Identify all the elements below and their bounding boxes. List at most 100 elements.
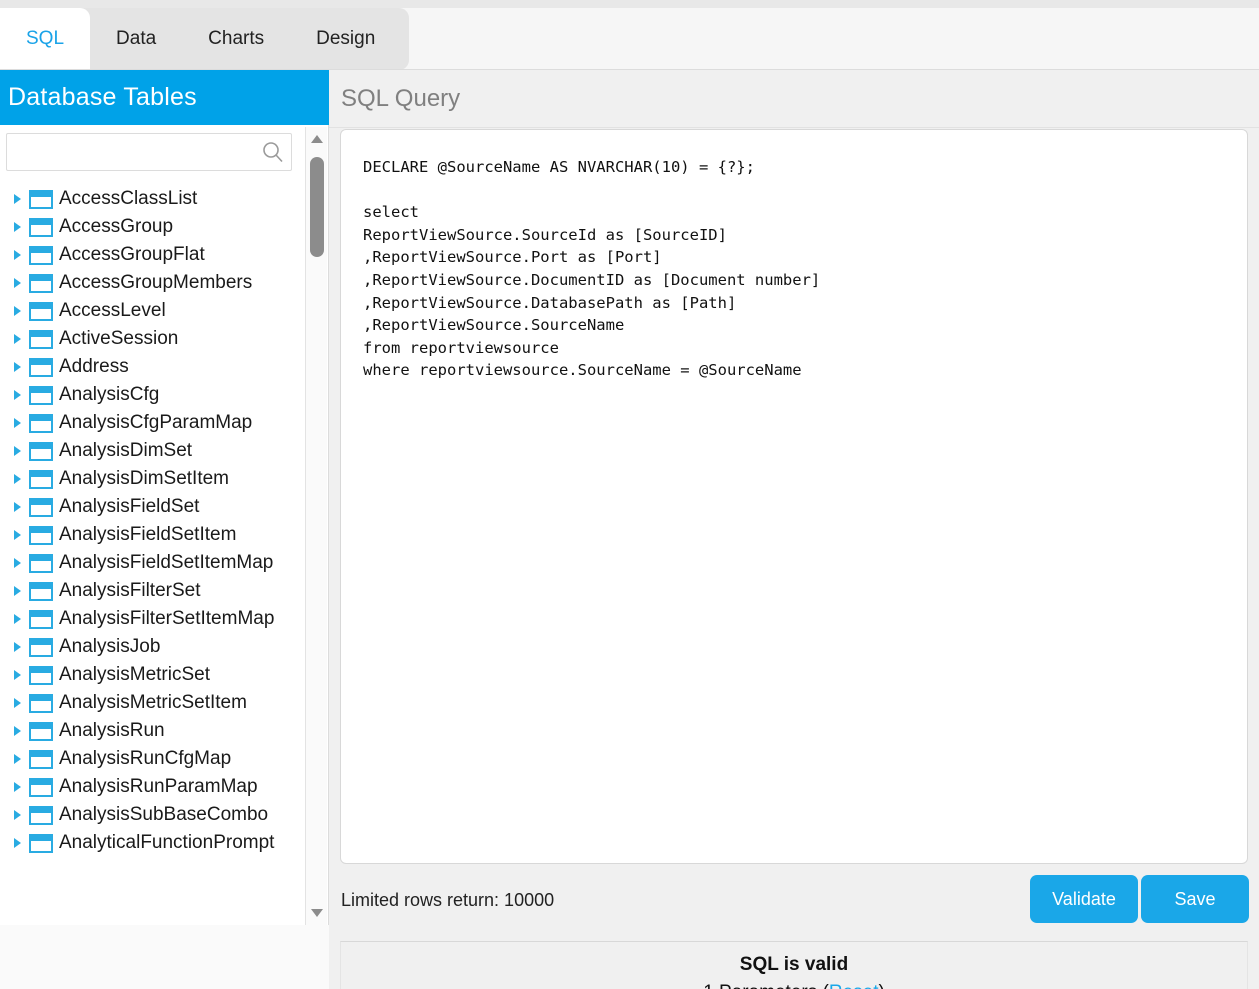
save-button[interactable]: Save (1141, 875, 1249, 923)
table-icon (29, 245, 53, 265)
table-icon (29, 329, 53, 349)
table-icon (29, 553, 53, 573)
table-list-item-label: AccessGroupFlat (59, 244, 205, 265)
table-icon (29, 609, 53, 629)
chevron-right-icon[interactable] (10, 500, 24, 514)
table-list-item[interactable]: AnalysisRunParamMap (0, 773, 300, 801)
chevron-right-icon[interactable] (10, 416, 24, 430)
table-list-item-label: AnalysisFilterSet (59, 580, 201, 601)
table-list-item-label: AnalysisFieldSetItem (59, 524, 237, 545)
table-list-item[interactable]: AnalysisFieldSet (0, 493, 300, 521)
table-list-item[interactable]: AnalysisCfgParamMap (0, 409, 300, 437)
chevron-right-icon[interactable] (10, 640, 24, 654)
chevron-right-icon[interactable] (10, 752, 24, 766)
table-list-item-label: AnalysisDimSet (59, 440, 193, 461)
table-list-item-label: Address (59, 356, 129, 377)
chevron-right-icon[interactable] (10, 220, 24, 234)
table-list-item[interactable]: AccessGroup (0, 213, 300, 241)
chevron-right-icon[interactable] (10, 584, 24, 598)
chevron-right-icon[interactable] (10, 276, 24, 290)
chevron-right-icon[interactable] (10, 724, 24, 738)
tab-sql[interactable]: SQL (0, 8, 91, 70)
table-list-item-label: AnalysisMetricSetItem (59, 692, 247, 713)
table-list-item-label: AnalysisRun (59, 720, 165, 741)
table-list-item[interactable]: ActiveSession (0, 325, 300, 353)
table-list-item[interactable]: AccessLevel (0, 297, 300, 325)
table-list-item[interactable]: AnalysisRun (0, 717, 300, 745)
chevron-right-icon[interactable] (10, 332, 24, 346)
table-icon (29, 413, 53, 433)
table-list-item-label: AnalysisCfg (59, 384, 160, 405)
table-icon (29, 301, 53, 321)
limited-rows-label: Limited rows return: 10000 (341, 890, 555, 910)
chevron-right-icon[interactable] (10, 528, 24, 542)
chevron-right-icon[interactable] (10, 668, 24, 682)
tab-charts[interactable]: Charts (182, 8, 290, 70)
parameters-count-label: 1 Parameters ( (703, 982, 829, 989)
sidebar-header: Database Tables (0, 70, 329, 125)
chevron-right-icon[interactable] (10, 836, 24, 850)
reset-link[interactable]: Reset (829, 982, 879, 989)
table-list-item-label: AnalysisFieldSet (59, 496, 200, 517)
table-icon (29, 693, 53, 713)
table-list-item[interactable]: AnalysisCfg (0, 381, 300, 409)
tree-scrollbar[interactable] (305, 127, 327, 925)
chevron-right-icon[interactable] (10, 808, 24, 822)
search-input[interactable] (6, 133, 292, 171)
table-list-item[interactable]: AccessClassList (0, 185, 300, 213)
table-list-item[interactable]: Address (0, 353, 300, 381)
table-icon (29, 721, 53, 741)
table-list-item[interactable]: AnalysisMetricSetItem (0, 689, 300, 717)
chevron-right-icon[interactable] (10, 780, 24, 794)
table-list[interactable]: AccessClassList AccessGroup AccessGroupFla… (0, 185, 300, 925)
table-list-item-label: AnalysisJob (59, 636, 161, 657)
chevron-right-icon[interactable] (10, 388, 24, 402)
table-list-item[interactable]: AnalysisFieldSetItem (0, 521, 300, 549)
table-list-item-label: AnalysisRunParamMap (59, 776, 258, 797)
chevron-right-icon[interactable] (10, 304, 24, 318)
tab-bar: SQL Data Charts Design (0, 8, 1259, 70)
table-list-item[interactable]: AnalysisMetricSet (0, 661, 300, 689)
table-list-item-label: AnalysisCfgParamMap (59, 412, 253, 433)
sidebar-title: Database Tables (8, 83, 197, 111)
table-list-item[interactable]: AccessGroupFlat (0, 241, 300, 269)
table-list-item[interactable]: AnalysisDimSetItem (0, 465, 300, 493)
chevron-right-icon[interactable] (10, 612, 24, 626)
action-buttons: Validate Save (1030, 875, 1249, 923)
tree-scrollbar-thumb[interactable] (310, 157, 324, 257)
chevron-right-icon[interactable] (10, 696, 24, 710)
caret-down-icon[interactable] (306, 903, 328, 923)
page-title: SQL Query (341, 84, 461, 112)
table-list-item[interactable]: AnalysisFilterSet (0, 577, 300, 605)
chevron-right-icon[interactable] (10, 192, 24, 206)
sql-editor[interactable]: DECLARE @SourceName AS NVARCHAR(10) = {?… (340, 129, 1248, 864)
table-icon (29, 273, 53, 293)
table-list-item[interactable]: AnalysisFieldSetItemMap (0, 549, 300, 577)
tab-group: SQL Data Charts Design (0, 8, 410, 70)
table-list-item[interactable]: AnalysisFilterSetItemMap (0, 605, 300, 633)
table-icon (29, 469, 53, 489)
table-list-item[interactable]: AccessGroupMembers (0, 269, 300, 297)
chevron-right-icon[interactable] (10, 472, 24, 486)
table-icon (29, 189, 53, 209)
caret-up-icon[interactable] (306, 129, 328, 149)
table-list-item[interactable]: AnalyticalFunctionPrompt (0, 829, 300, 857)
validate-button[interactable]: Validate (1030, 875, 1138, 923)
chevron-right-icon[interactable] (10, 444, 24, 458)
table-list-item[interactable]: AnalysisRunCfgMap (0, 745, 300, 773)
sidebar: Database Tables AccessClassList AccessGro… (0, 70, 329, 989)
tab-data[interactable]: Data (90, 8, 182, 70)
tab-design-label: Design (316, 28, 376, 49)
table-list-item[interactable]: AnalysisSubBaseCombo (0, 801, 300, 829)
table-icon (29, 665, 53, 685)
database-tables-tree-panel: AccessClassList AccessGroup AccessGroupFla… (0, 125, 329, 925)
table-icon (29, 637, 53, 657)
table-list-item[interactable]: AnalysisDimSet (0, 437, 300, 465)
chevron-right-icon[interactable] (10, 556, 24, 570)
table-list-item[interactable]: AnalysisJob (0, 633, 300, 661)
chevron-right-icon[interactable] (10, 248, 24, 262)
chevron-right-icon[interactable] (10, 360, 24, 374)
sql-query-text: DECLARE @SourceName AS NVARCHAR(10) = {?… (363, 158, 821, 380)
table-list-item-label: AnalysisDimSetItem (59, 468, 229, 489)
tab-design[interactable]: Design (290, 8, 401, 70)
